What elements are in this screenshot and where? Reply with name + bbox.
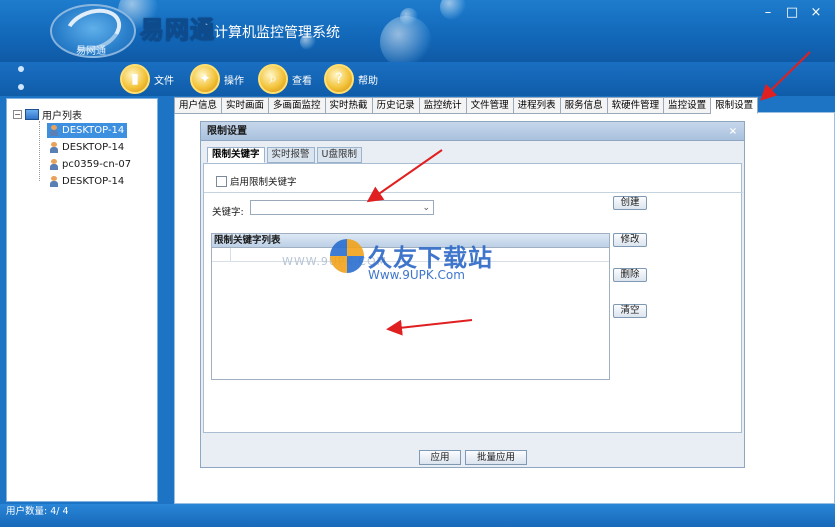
tree-item-user[interactable]: DESKTOP-14 [47,140,127,155]
tab-restriction-settings[interactable]: 限制设置 [711,97,759,114]
magnifier-icon: ⌕ [258,64,288,94]
tab-processes[interactable]: 进程列表 [513,97,561,114]
tree-item-user[interactable]: pc0359-cn-07 [47,157,134,172]
enable-keywords-checkbox[interactable]: 启用限制关键字 [216,174,297,188]
dialog-tabs: 限制关键字 实时报警 U盘限制 [207,147,362,163]
menu-file-label: 文件 [154,75,174,87]
left-panel: − 用户列表 DESKTOP-14 DESKTOP-14 pc0359-cn-0… [0,96,166,504]
checkbox-label: 启用限制关键字 [230,177,297,188]
user-icon [50,159,58,170]
tree-item-label: pc0359-cn-07 [62,159,132,170]
tab-keywords[interactable]: 限制关键字 [207,147,265,163]
window-controls: – □ × [757,4,827,22]
keyword-label: 关键字: [212,207,244,218]
menu-help[interactable]: ? 帮助 [324,64,378,94]
chevron-down-icon[interactable]: ⌄ [422,201,430,215]
tab-hw-sw[interactable]: 软硬件管理 [607,97,665,114]
tree-line [39,121,40,181]
user-icon [50,125,58,136]
tab-realtime-hotshot[interactable]: 实时热截 [325,97,373,114]
row-cell [212,248,231,261]
decor-bubble [400,8,418,26]
minimize-button[interactable]: – [757,4,779,22]
user-tree: − 用户列表 DESKTOP-14 DESKTOP-14 pc0359-cn-0… [6,98,158,502]
title-bar: 易网通 易网通 计算机监控管理系统 – □ × [0,0,835,62]
menu-operate-label: 操作 [224,75,244,87]
dialog-titlebar: 限制设置 × [201,122,744,141]
collapse-icon[interactable]: − [13,110,22,119]
tools-icon: ✦ [190,64,220,94]
status-bar: 用户数量: 4/ 4 [0,504,835,527]
tree-item-label: DESKTOP-14 [62,125,125,136]
clear-button[interactable]: 清空 [613,304,647,318]
menu-operate[interactable]: ✦ 操作 [190,64,244,94]
tree-item-user[interactable]: DESKTOP-14 [47,123,128,138]
tree-root[interactable]: − 用户列表 [13,107,82,122]
user-icon [50,142,58,153]
dot-icon [18,84,24,90]
menu-bar: ▮ 文件 ✦ 操作 ⌕ 查看 ? 帮助 [0,62,835,96]
close-button[interactable]: × [805,4,827,22]
keyword-select[interactable]: ⌄ [250,200,434,215]
app-subtitle: 计算机监控管理系统 [214,25,340,41]
tab-statistics[interactable]: 监控统计 [419,97,467,114]
batch-apply-button[interactable]: 批量应用 [465,450,527,465]
watermark-logo-icon [330,238,364,273]
menu-help-label: 帮助 [358,75,378,87]
dialog-close-button[interactable]: × [726,125,740,138]
tab-files[interactable]: 文件管理 [466,97,514,114]
menu-view-label: 查看 [292,75,312,87]
folder-icon: ▮ [120,64,150,94]
watermark: 久友下载站 Www.9UPK.Com [330,238,493,282]
user-icon [50,176,58,187]
brand-name: 易网通 [140,16,215,45]
tab-realtime-screen[interactable]: 实时画面 [222,97,270,114]
user-count: 用户数量: 4/ 4 [6,506,69,517]
restriction-dialog: 限制设置 × 限制关键字 实时报警 U盘限制 启用限制关键字 关键字: ⌄ 创建… [200,121,745,468]
decor-bubble [440,0,466,20]
watermark-url: Www.9UPK.Com [368,268,465,282]
tree-item-user[interactable]: DESKTOP-14 [47,174,127,189]
tab-user-info[interactable]: 用户信息 [174,97,223,114]
divider [204,192,743,193]
tab-monitor-settings[interactable]: 监控设置 [664,97,712,114]
tab-realtime-alarm[interactable]: 实时报警 [266,147,315,163]
tab-services[interactable]: 服务信息 [560,97,608,114]
dialog-footer: 应用 批量应用 [201,444,744,467]
menu-file[interactable]: ▮ 文件 [120,64,174,94]
modify-button[interactable]: 修改 [613,233,647,247]
delete-button[interactable]: 删除 [613,268,647,282]
checkbox-box[interactable] [216,175,227,187]
dialog-body: 启用限制关键字 关键字: ⌄ 创建 修改 删除 清空 限制关键字列表 [203,163,743,433]
logo-text: 易网通 [76,46,106,57]
menu-view[interactable]: ⌕ 查看 [258,64,312,94]
create-button[interactable]: 创建 [613,196,647,210]
dot-icon [18,66,24,72]
help-icon: ? [324,64,354,94]
dialog-title: 限制设置 [207,126,247,137]
tree-root-label: 用户列表 [42,111,82,122]
tree-item-label: DESKTOP-14 [62,142,125,153]
tab-multi-screen[interactable]: 多画面监控 [269,97,326,114]
computers-icon [25,109,39,120]
tree-item-label: DESKTOP-14 [62,176,125,187]
main-tabs: 用户信息 实时画面 多画面监控 实时热截 历史记录 监控统计 文件管理 进程列表… [174,97,759,114]
tab-usb-limit[interactable]: U盘限制 [316,147,362,163]
apply-button[interactable]: 应用 [419,450,461,465]
tab-history[interactable]: 历史记录 [372,97,420,114]
maximize-button[interactable]: □ [781,4,803,22]
